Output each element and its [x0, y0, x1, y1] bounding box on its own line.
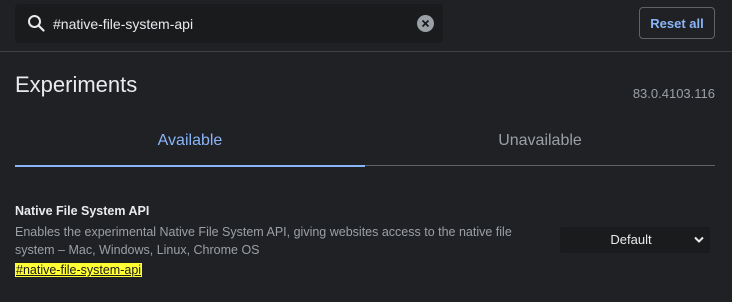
experiment-state-select[interactable]: Default	[560, 227, 710, 253]
experiment-permalink[interactable]: #native-file-system-api	[15, 263, 143, 277]
tab-bar: Available Unavailable	[15, 118, 715, 167]
page-title: Experiments	[15, 72, 138, 97]
top-bar: Reset all	[0, 0, 732, 52]
search-input[interactable]	[53, 13, 403, 35]
tab-unavailable-label: Unavailable	[498, 132, 582, 149]
tab-unavailable[interactable]: Unavailable	[365, 118, 715, 166]
tab-available[interactable]: Available	[15, 118, 365, 167]
active-tab-indicator	[15, 165, 365, 167]
chevron-down-icon	[694, 236, 704, 243]
clear-icon[interactable]	[417, 15, 434, 32]
select-value: Default	[610, 232, 652, 247]
tab-available-label: Available	[157, 132, 223, 149]
reset-all-button[interactable]: Reset all	[639, 7, 715, 39]
version-label: 83.0.4103.116	[632, 86, 715, 101]
search-box[interactable]	[15, 4, 443, 43]
experiment-description: Enables the experimental Native File Sys…	[15, 225, 512, 257]
search-icon	[28, 15, 45, 32]
experiment-title: Native File System API	[15, 204, 150, 218]
